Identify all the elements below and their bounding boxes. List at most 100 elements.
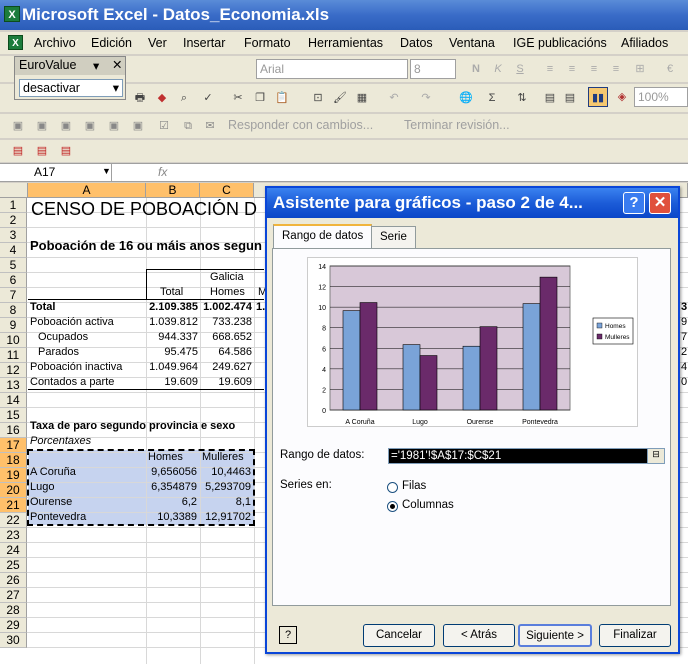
- justify-icon[interactable]: ≡: [606, 59, 626, 79]
- font-select[interactable]: Arial: [256, 59, 408, 79]
- grid-icon[interactable]: ▦: [352, 88, 372, 108]
- sort-icon[interactable]: ⇅: [512, 88, 532, 108]
- row-header[interactable]: 29: [0, 618, 27, 633]
- row-header[interactable]: 13: [0, 378, 27, 393]
- row-header[interactable]: 19: [0, 468, 27, 483]
- underline-icon[interactable]: S: [510, 59, 530, 79]
- row-header[interactable]: 7: [0, 288, 27, 303]
- menu-archivo[interactable]: Archivo: [34, 36, 76, 50]
- bold-icon[interactable]: N: [466, 59, 486, 79]
- task-icon[interactable]: ☑: [154, 116, 174, 136]
- dropdown-arrow-icon[interactable]: ▾: [93, 58, 99, 73]
- merge-icon[interactable]: ⊞: [630, 59, 650, 79]
- preview-icon[interactable]: ⌕: [174, 88, 194, 108]
- row-header[interactable]: 10: [0, 333, 27, 348]
- align-center-icon[interactable]: ≡: [562, 59, 582, 79]
- back-button[interactable]: < Atrás: [443, 624, 515, 647]
- pdf-review-icon[interactable]: ▤: [56, 141, 76, 161]
- help-icon-button[interactable]: ?: [279, 626, 297, 644]
- row-header[interactable]: 25: [0, 558, 27, 573]
- row-header[interactable]: 3: [0, 228, 27, 243]
- menu-herramientas[interactable]: Herramientas: [308, 36, 383, 50]
- row-header[interactable]: 16: [0, 423, 27, 438]
- finish-button[interactable]: Finalizar: [599, 624, 671, 647]
- row-header[interactable]: 23: [0, 528, 27, 543]
- eurovalue-select[interactable]: desactivar ▾: [19, 79, 123, 97]
- menu-datos[interactable]: Datos: [400, 36, 433, 50]
- end-review-button[interactable]: Terminar revisión...: [404, 118, 510, 132]
- menu-afiliados[interactable]: Afiliados: [621, 36, 668, 50]
- zoom-select[interactable]: 100%: [634, 87, 688, 107]
- map-icon[interactable]: ◈: [612, 87, 632, 107]
- row-header[interactable]: 28: [0, 603, 27, 618]
- row-header[interactable]: 9: [0, 318, 27, 333]
- font-size-select[interactable]: 8: [410, 59, 456, 79]
- chart-wizard-icon[interactable]: ▮▮: [588, 87, 608, 107]
- brush-icon[interactable]: 🖌: [330, 88, 350, 108]
- row-header[interactable]: 4: [0, 243, 27, 258]
- cancel-button[interactable]: Cancelar: [363, 624, 435, 647]
- row-header[interactable]: 17: [0, 438, 27, 453]
- currency-icon[interactable]: €: [660, 59, 680, 79]
- radio-filas[interactable]: [387, 482, 398, 493]
- tab-rango-de-datos[interactable]: Rango de datos: [273, 224, 373, 249]
- tab-serie[interactable]: Serie: [371, 226, 416, 248]
- print-icon[interactable]: 🖶: [130, 88, 150, 108]
- row-header[interactable]: 8: [0, 303, 27, 318]
- insert-icon[interactable]: ⊡: [308, 88, 328, 108]
- comment-show-icon[interactable]: ▣: [80, 116, 100, 136]
- row-header[interactable]: 22: [0, 513, 27, 528]
- column-header-c[interactable]: C: [200, 183, 254, 198]
- fx-icon[interactable]: fx: [158, 165, 167, 179]
- autosum-icon[interactable]: Σ: [482, 88, 502, 108]
- column-header-a[interactable]: A: [28, 183, 146, 198]
- align-left-icon[interactable]: ≡: [540, 59, 560, 79]
- paste-icon[interactable]: 📋: [272, 88, 292, 108]
- excel-icon[interactable]: X: [4, 6, 20, 22]
- menu-formato[interactable]: Formato: [244, 36, 291, 50]
- comment-delete-icon[interactable]: ▣: [128, 116, 148, 136]
- redo-icon[interactable]: ↷: [416, 88, 436, 108]
- chart-icon[interactable]: ◆: [152, 88, 172, 108]
- undo-icon[interactable]: ↶: [384, 88, 404, 108]
- row-header[interactable]: 15: [0, 408, 27, 423]
- row-header[interactable]: 24: [0, 543, 27, 558]
- close-icon[interactable]: ✕: [112, 57, 122, 72]
- cut-icon[interactable]: ✂: [228, 88, 248, 108]
- row-header[interactable]: 12: [0, 363, 27, 378]
- spelling-icon[interactable]: ✓: [198, 88, 218, 108]
- comment-hide-icon[interactable]: ▣: [104, 116, 124, 136]
- name-box-arrow-icon[interactable]: ▼: [102, 166, 111, 176]
- row-header[interactable]: 20: [0, 483, 27, 498]
- row-header[interactable]: 1: [0, 198, 27, 213]
- hyperlink-icon[interactable]: 🌐: [456, 88, 476, 108]
- row-header[interactable]: 11: [0, 348, 27, 363]
- comment-prev-icon[interactable]: ▣: [56, 116, 76, 136]
- pdf-icon[interactable]: ▤: [8, 141, 28, 161]
- paste-special-icon[interactable]: ▤: [540, 88, 560, 108]
- row-header[interactable]: 30: [0, 633, 27, 648]
- row-header[interactable]: 6: [0, 273, 27, 288]
- mail-icon[interactable]: ✉: [200, 116, 220, 136]
- menu-ige-publicacions[interactable]: IGE publicacións: [513, 36, 607, 50]
- format-icon[interactable]: ▤: [560, 88, 580, 108]
- menu-edicion[interactable]: Edición: [91, 36, 132, 50]
- pdf-mail-icon[interactable]: ▤: [32, 141, 52, 161]
- range-input[interactable]: ='1981'!$A$17:$C$21: [388, 448, 648, 464]
- select-all-corner[interactable]: [0, 183, 28, 198]
- help-button[interactable]: ?: [623, 192, 645, 214]
- row-header[interactable]: 2: [0, 213, 27, 228]
- italic-icon[interactable]: K: [488, 59, 508, 79]
- reply-changes-button[interactable]: Responder con cambios...: [228, 118, 373, 132]
- menu-ver[interactable]: Ver: [148, 36, 167, 50]
- row-header[interactable]: 18: [0, 453, 27, 468]
- row-header[interactable]: 14: [0, 393, 27, 408]
- comment-next-icon[interactable]: ▣: [32, 116, 52, 136]
- menu-insertar[interactable]: Insertar: [183, 36, 225, 50]
- name-box[interactable]: A17: [0, 164, 112, 181]
- row-header[interactable]: 26: [0, 573, 27, 588]
- close-button[interactable]: ✕: [649, 192, 671, 214]
- menu-ventana[interactable]: Ventana: [449, 36, 495, 50]
- row-header[interactable]: 21: [0, 498, 27, 513]
- row-header[interactable]: 27: [0, 588, 27, 603]
